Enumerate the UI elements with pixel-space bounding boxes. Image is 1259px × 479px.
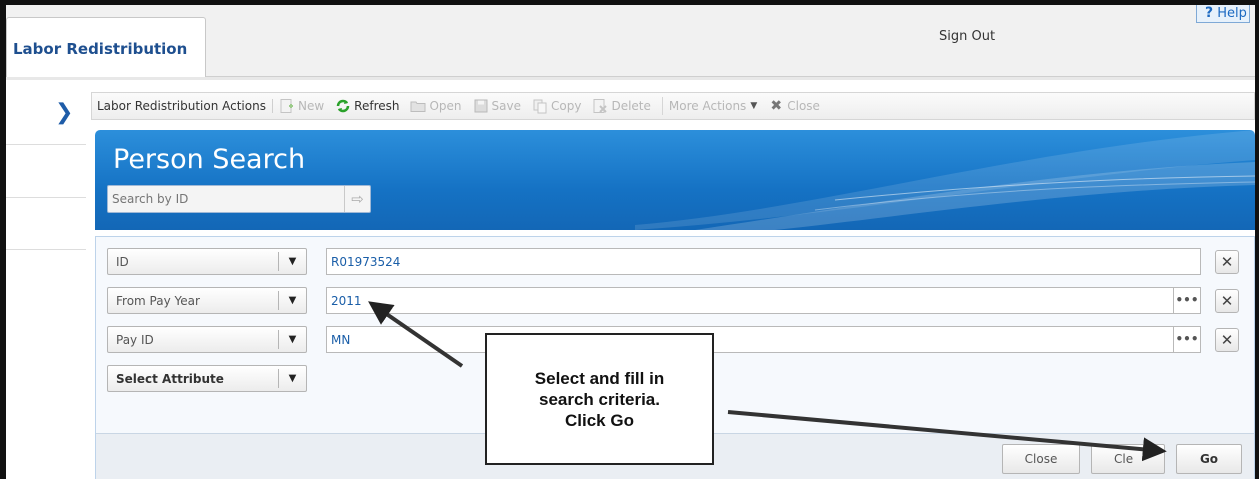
- banner-swoosh-decoration: [635, 130, 1255, 230]
- chevron-down-icon: ▼: [278, 369, 306, 388]
- left-nav: ❯: [6, 87, 86, 479]
- save-label: Save: [491, 99, 522, 113]
- open-button[interactable]: Open: [410, 98, 466, 114]
- header-divider: [6, 77, 1255, 80]
- toolbar-divider: [661, 97, 663, 115]
- select-attribute-dropdown[interactable]: Select Attribute ▼: [107, 365, 307, 392]
- delete-icon: [592, 98, 608, 114]
- remove-criteria-icon[interactable]: ✕: [1215, 289, 1239, 313]
- criteria-row: From Pay Year ▼ ••• ✕: [107, 287, 1242, 314]
- folder-icon: [410, 98, 426, 114]
- criteria-row: ID ▼ ✕: [107, 248, 1242, 275]
- attribute-label: Pay ID: [116, 332, 154, 347]
- refresh-button[interactable]: Refresh: [335, 98, 404, 114]
- new-button[interactable]: New: [279, 98, 329, 114]
- remove-criteria-icon[interactable]: ✕: [1215, 328, 1239, 352]
- callout-text: Select and fill in search criteria. Clic…: [534, 368, 665, 430]
- arrow-right-icon[interactable]: ⇨: [344, 186, 370, 212]
- attribute-select[interactable]: ID ▼: [107, 248, 307, 275]
- refresh-label: Refresh: [354, 99, 400, 113]
- copy-label: Copy: [551, 99, 582, 113]
- attribute-label: Select Attribute: [116, 371, 224, 386]
- copy-icon: [532, 98, 548, 114]
- sign-out-link[interactable]: Sign Out: [939, 29, 995, 44]
- question-mark-icon: ?: [1205, 5, 1214, 21]
- chevron-down-icon: ▼: [278, 291, 306, 310]
- nav-divider: [6, 249, 86, 250]
- tab-label: Labor Redistribution: [13, 40, 188, 58]
- chevron-down-icon: ▼: [278, 330, 306, 349]
- person-search-banner: Person Search ⇨: [95, 130, 1255, 230]
- close-icon: ✖: [770, 98, 783, 114]
- attribute-select[interactable]: From Pay Year ▼: [107, 287, 307, 314]
- remove-criteria-icon[interactable]: ✕: [1215, 250, 1239, 274]
- search-by-id-box: ⇨: [107, 185, 371, 213]
- help-button[interactable]: ? Help: [1196, 5, 1250, 23]
- app-header: Labor Redistribution Sign Out ? Help: [6, 5, 1255, 78]
- help-label: Help: [1217, 6, 1247, 21]
- open-label: Open: [429, 99, 462, 113]
- close-toolbar-button[interactable]: ✖ Close: [768, 98, 825, 114]
- chevron-down-icon: ▼: [278, 252, 306, 271]
- search-by-id-input[interactable]: [108, 186, 344, 212]
- close-button[interactable]: Close: [1002, 444, 1080, 474]
- attribute-label: From Pay Year: [116, 293, 200, 308]
- lookup-ellipsis-button[interactable]: •••: [1173, 287, 1201, 314]
- save-icon: [473, 98, 489, 114]
- attribute-label: ID: [116, 254, 129, 269]
- save-button[interactable]: Save: [473, 98, 526, 114]
- value-field: [326, 287, 1174, 314]
- id-value-input[interactable]: [327, 249, 1200, 274]
- nav-divider: [6, 144, 86, 145]
- refresh-icon: [335, 98, 351, 114]
- value-field: [326, 326, 1174, 353]
- delete-label: Delete: [611, 99, 651, 113]
- value-field: [326, 248, 1201, 275]
- lookup-ellipsis-button[interactable]: •••: [1173, 326, 1201, 353]
- page-title: Person Search: [113, 144, 306, 175]
- attribute-select[interactable]: Pay ID ▼: [107, 326, 307, 353]
- pay-id-input[interactable]: [327, 327, 1173, 352]
- actions-toolbar: Labor Redistribution Actions New Refresh…: [91, 92, 1255, 120]
- tab-labor-redistribution[interactable]: Labor Redistribution: [6, 17, 206, 78]
- pay-year-input[interactable]: [327, 288, 1173, 313]
- chevron-down-icon: ▼: [750, 101, 758, 111]
- more-actions-menu[interactable]: More Actions ▼: [669, 99, 762, 113]
- clear-button[interactable]: Cle: [1091, 444, 1165, 474]
- expand-chevron-icon[interactable]: ❯: [55, 102, 73, 124]
- copy-button[interactable]: Copy: [532, 98, 586, 114]
- new-doc-icon: [279, 98, 295, 114]
- instruction-callout: Select and fill in search criteria. Clic…: [485, 333, 714, 465]
- more-actions-label: More Actions: [668, 99, 747, 113]
- close-label: Close: [787, 99, 820, 113]
- new-label: New: [297, 99, 325, 113]
- delete-button[interactable]: Delete: [592, 98, 655, 114]
- toolbar-title: Labor Redistribution Actions: [97, 99, 273, 113]
- nav-divider: [6, 197, 86, 198]
- go-button[interactable]: Go: [1176, 444, 1242, 474]
